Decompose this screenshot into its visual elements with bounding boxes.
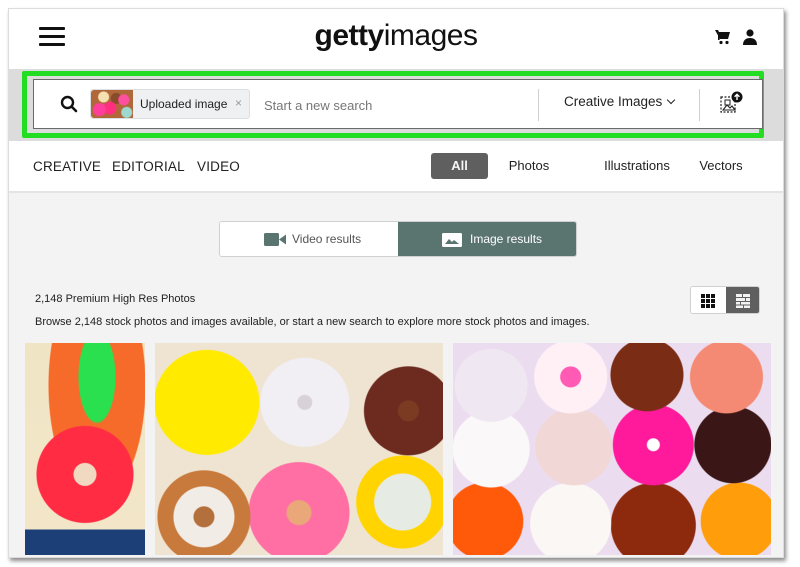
view-mode-toggle — [690, 286, 760, 314]
filter-all[interactable]: All — [431, 153, 488, 179]
nav-link-editorial[interactable]: EDITORIAL — [112, 159, 185, 174]
search-by-image-icon[interactable] — [718, 90, 744, 116]
uploaded-image-chip[interactable]: Uploaded image × — [90, 89, 250, 119]
divider — [538, 89, 539, 121]
search-bar-area: Uploaded image × Creative Images — [9, 69, 783, 141]
mosaic-icon — [736, 294, 750, 308]
category-nav: CREATIVE EDITORIAL VIDEO All Photos Illu… — [9, 141, 783, 193]
close-icon[interactable]: × — [235, 96, 242, 110]
video-camera-icon — [264, 233, 286, 246]
results-type-toggle: Video results Image results — [219, 221, 577, 257]
nav-link-creative[interactable]: CREATIVE — [33, 159, 101, 174]
results-description: Browse 2,148 stock photos and images ava… — [35, 316, 590, 328]
site-header: gettyimages — [9, 9, 783, 69]
chip-label: Uploaded image — [140, 97, 228, 111]
browser-page: gettyimages Uploaded image × Start a new… — [8, 8, 784, 558]
result-image[interactable] — [25, 343, 145, 555]
image-type-value: Creative Images — [564, 94, 663, 109]
result-image[interactable] — [155, 343, 443, 555]
search-box: Uploaded image × Creative Images — [33, 79, 763, 129]
logo-bold-text: getty — [314, 19, 385, 52]
image-results-button[interactable]: Image results — [398, 222, 576, 256]
uploaded-image-thumbnail — [91, 90, 133, 118]
grid-icon — [701, 294, 715, 308]
results-count: 2,148 Premium High Res Photos — [35, 293, 196, 305]
grid-view-button[interactable] — [691, 287, 726, 313]
video-results-label: Video results — [292, 232, 362, 246]
filter-vectors[interactable]: Vectors — [689, 153, 753, 179]
logo-light-text: images — [383, 19, 478, 52]
image-icon — [442, 233, 462, 247]
divider — [699, 89, 700, 121]
search-input[interactable] — [264, 92, 524, 118]
filter-illustrations[interactable]: Illustrations — [577, 153, 697, 179]
cart-icon[interactable] — [715, 29, 731, 45]
chevron-down-icon — [667, 95, 676, 105]
image-type-dropdown[interactable]: Creative Images — [564, 94, 676, 109]
gettyimages-logo[interactable]: gettyimages — [9, 19, 783, 53]
mosaic-view-button[interactable] — [726, 287, 759, 313]
video-results-button[interactable]: Video results — [220, 222, 398, 256]
result-image[interactable] — [453, 343, 771, 555]
nav-link-video[interactable]: VIDEO — [197, 159, 240, 174]
filter-photos[interactable]: Photos — [499, 153, 559, 179]
image-results-label: Image results — [470, 232, 543, 246]
user-icon[interactable] — [743, 29, 757, 45]
search-icon[interactable] — [60, 95, 78, 113]
